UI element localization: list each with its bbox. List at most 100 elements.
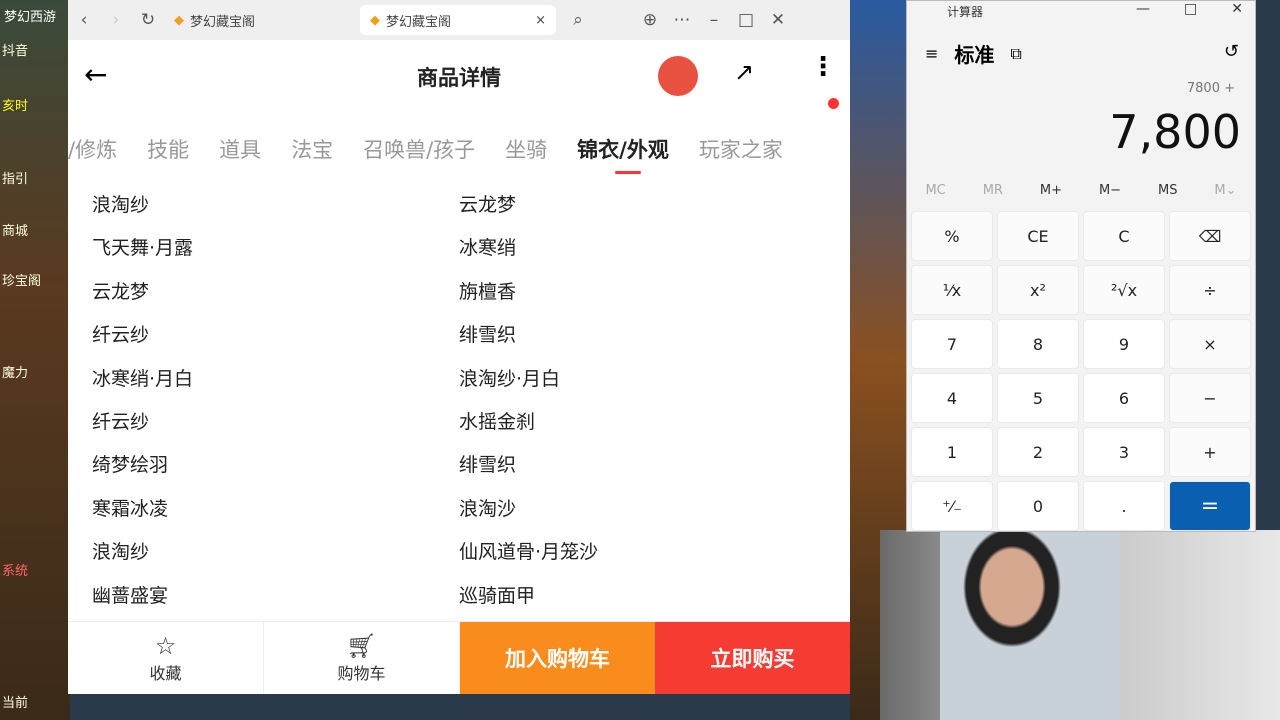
calc-title: 计算器	[947, 4, 984, 19]
buy-now-button[interactable]: 立即购买	[655, 622, 850, 694]
reload-icon[interactable]: ↻	[132, 10, 164, 30]
game-title: 梦幻西游	[4, 10, 57, 25]
calc-key[interactable]: C	[1083, 211, 1165, 261]
calc-key[interactable]: .	[1083, 481, 1165, 531]
memory-button[interactable]: M⌄	[1214, 183, 1236, 198]
site-logo-icon: ◆	[370, 12, 380, 28]
maximize-icon[interactable]: □	[730, 10, 762, 30]
calc-expression: 7800 +	[1186, 81, 1235, 96]
outfit-item: 浪淘沙	[459, 497, 517, 520]
treasure-button[interactable]: 珍宝阁	[2, 270, 41, 289]
browser-tab[interactable]: ◆ 梦幻藏宝阁	[164, 5, 360, 35]
minimize-icon[interactable]: –	[698, 10, 730, 30]
magic-label: 魔力	[2, 366, 29, 381]
tab-home[interactable]: 玩家之家	[699, 134, 783, 164]
calc-key[interactable]: 6	[1083, 373, 1165, 423]
game-tab[interactable]: 抖音	[2, 40, 28, 59]
outfit-item: 云龙梦	[92, 280, 150, 303]
calc-key[interactable]: 2	[997, 427, 1079, 477]
globe-icon[interactable]: ⊕	[634, 10, 666, 30]
calc-key[interactable]: 5	[997, 373, 1079, 423]
keypad: % CE C ⌫ ¹⁄x x² ²√x ÷ 7 8 9 × 4 5 6− 1 2 3 + ⁺⁄₋ 0. =	[911, 211, 1251, 531]
outfit-item: 寒霜冰凌	[92, 497, 169, 520]
close-tab-icon[interactable]: ×	[535, 13, 546, 28]
maximize-icon[interactable]: □	[1184, 1, 1197, 17]
calc-key[interactable]: ÷	[1169, 265, 1251, 315]
memory-button[interactable]: M−	[1099, 183, 1121, 198]
tab-artifacts[interactable]: 法宝	[291, 134, 333, 164]
forward-nav-icon[interactable]: ›	[100, 10, 132, 30]
system-label: 系统	[2, 564, 29, 579]
calc-key[interactable]: 0	[997, 481, 1079, 531]
tab-mounts[interactable]: 坐骑	[505, 134, 547, 164]
calc-key[interactable]: ⌫	[1169, 211, 1251, 261]
bottom-bar: ☆ 收藏 🛒︎ 购物车 加入购物车 立即购买	[68, 621, 850, 694]
calc-titlebar: 计算器 — □ ✕	[907, 1, 1255, 21]
outfit-item: 冰寒绡·月白	[92, 367, 194, 390]
calc-key[interactable]: 9	[1083, 319, 1165, 369]
outfit-item: 仙风道骨·月笼沙	[459, 541, 599, 564]
outfit-item: 绮梦绘羽	[92, 454, 169, 477]
outfit-item: 旃檀香	[459, 280, 517, 303]
minimize-icon[interactable]: —	[1136, 1, 1150, 17]
memory-button[interactable]: M+	[1040, 183, 1062, 198]
calc-display: 7,800	[1109, 105, 1241, 159]
tab-outfits[interactable]: 锦衣/外观	[577, 134, 669, 174]
memory-button[interactable]: MS	[1158, 183, 1177, 198]
streamer-image	[940, 530, 1120, 720]
outfit-item: 浪淘纱	[92, 194, 150, 216]
close-icon[interactable]: ✕	[1231, 1, 1243, 17]
calc-key[interactable]: 7	[911, 319, 993, 369]
browser-window: ‹ › ↻ ◆ 梦幻藏宝阁 ◆ 梦幻藏宝阁 × ⌕ ⊕ ⋯ – □ ✕ ← 商品详情 …	[68, 0, 850, 694]
add-to-cart-button[interactable]: 加入购物车	[460, 622, 655, 694]
outfit-item: 浪淘纱	[92, 541, 150, 564]
outfit-item: 绯雪织	[459, 324, 517, 347]
calc-key[interactable]: 3	[1083, 427, 1165, 477]
avatar[interactable]	[658, 56, 698, 96]
tab-pets[interactable]: 召唤兽/孩子	[363, 134, 475, 164]
cart-button[interactable]: 🛒︎ 购物车	[264, 622, 460, 694]
close-icon[interactable]: ✕	[762, 10, 794, 30]
favorite-button[interactable]: ☆ 收藏	[68, 622, 264, 694]
tab-skills[interactable]: 技能	[147, 134, 189, 164]
outfit-item: 云龙梦	[459, 194, 517, 216]
outfit-item: 绯雪织	[459, 454, 517, 477]
calc-key[interactable]: ²√x	[1083, 265, 1165, 315]
outfit-item: 水摇金刹	[459, 410, 536, 433]
calc-key[interactable]: ¹⁄x	[911, 265, 993, 315]
guide-button[interactable]: 指引	[2, 168, 28, 187]
search-icon[interactable]: ⌕	[562, 10, 594, 30]
menu-icon[interactable]: ≡	[925, 44, 938, 63]
keep-on-top-icon[interactable]: ⧉	[1010, 44, 1021, 64]
browser-tab-active[interactable]: ◆ 梦幻藏宝阁 ×	[360, 5, 556, 35]
page-header: ← 商品详情 ↗ ⋮	[68, 40, 850, 114]
shop-button[interactable]: 商城	[2, 220, 28, 239]
tab-items[interactable]: 道具	[219, 134, 261, 164]
calc-key[interactable]: %	[911, 211, 993, 261]
calc-key[interactable]: 1	[911, 427, 993, 477]
outfit-item: 浪淘纱·月白	[459, 367, 561, 390]
notification-dot	[828, 98, 839, 109]
calc-key[interactable]: x²	[997, 265, 1079, 315]
history-icon[interactable]: ↺	[1224, 41, 1239, 62]
calc-key[interactable]: CE	[997, 211, 1079, 261]
memory-button[interactable]: MC	[925, 183, 945, 198]
more-icon[interactable]: ⋯	[666, 10, 698, 30]
back-nav-icon[interactable]: ‹	[68, 10, 100, 30]
calc-key[interactable]: 4	[911, 373, 993, 423]
calc-key[interactable]: −	[1169, 373, 1251, 423]
calc-key[interactable]: +	[1169, 427, 1251, 477]
memory-button[interactable]: MR	[983, 183, 1003, 198]
calc-key[interactable]: ×	[1169, 319, 1251, 369]
tab-cultivation[interactable]: /修炼	[68, 134, 117, 164]
time-label: 亥时	[2, 99, 29, 114]
calc-key[interactable]: ⁺⁄₋	[911, 481, 993, 531]
category-tabs: /修炼 技能 道具 法宝 召唤兽/孩子 坐骑 锦衣/外观 玩家之家	[68, 114, 850, 184]
share-icon[interactable]: ↗	[734, 58, 754, 86]
current-channel[interactable]: 当前	[2, 692, 28, 711]
calc-key[interactable]: 8	[997, 319, 1079, 369]
cart-label: 购物车	[337, 664, 386, 683]
more-vertical-icon[interactable]: ⋮	[810, 54, 836, 80]
tab-label: 梦幻藏宝阁	[190, 14, 256, 30]
calc-key[interactable]: =	[1169, 481, 1251, 531]
